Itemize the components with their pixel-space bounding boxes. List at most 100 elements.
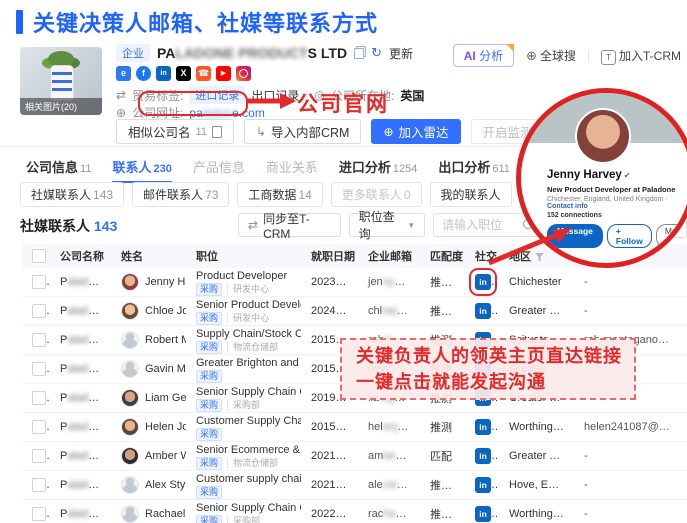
linkedin-icon[interactable]: in — [475, 506, 491, 522]
linkedin-icon[interactable]: in — [475, 477, 491, 493]
company-social-icons: e f in X ☎ ▶ — [116, 66, 251, 81]
linkedin-annotation-box: 关键负责人的领英主页直达链接 一键点击就能发起沟通 — [340, 338, 636, 400]
linkedin-icon[interactable]: in — [156, 66, 171, 81]
youtube-icon[interactable]: ▶ — [216, 66, 231, 81]
subtab-social-contacts[interactable]: 社媒联系人143 — [20, 182, 124, 207]
tab-export-analysis[interactable]: 出口分析611 — [438, 157, 510, 176]
cell-name: Liam Gent — [121, 384, 184, 412]
select-all-checkbox[interactable] — [32, 249, 46, 263]
copy-icon[interactable] — [354, 48, 364, 59]
similar-company-button[interactable]: 相似公司名11 — [116, 119, 234, 144]
blurred-company: aladon — [67, 363, 100, 375]
table-row: Paladone Alex Styles Customer supply cha… — [22, 471, 687, 500]
department-tag: 研发中心 — [227, 313, 269, 324]
follow-button[interactable]: + Follow — [607, 224, 652, 248]
more-button[interactable]: More — [656, 224, 687, 248]
section-title: 社媒联系人143 — [20, 216, 117, 236]
subtab-email-contacts[interactable]: 邮件联系人73 — [132, 182, 229, 207]
cell-name: Amber Whitty — [121, 442, 184, 470]
subtab-more-contacts[interactable]: 更多联系人0 — [331, 182, 422, 207]
cell-date: 2015-03 — [301, 413, 358, 442]
cell-extra-email: - — [574, 442, 687, 471]
row-checkbox[interactable] — [32, 333, 46, 347]
cell-extra-email: - — [574, 297, 687, 326]
plus-circle-icon: ⊕ — [383, 125, 393, 139]
message-button[interactable]: Message — [547, 224, 603, 248]
linkedin-icon[interactable]: in — [475, 448, 491, 464]
cell-social: in — [465, 471, 499, 500]
tab-contacts[interactable]: 联系人230 — [112, 157, 171, 176]
cell-region: Chichester — [499, 268, 574, 297]
join-tcrm-button[interactable]: T加入T-CRM — [601, 47, 681, 65]
cell-date: 2021-05 — [301, 442, 358, 471]
procurement-tag: 采购 — [196, 515, 222, 523]
col-email: 企业邮箱 — [358, 244, 420, 268]
phone-icon[interactable]: ☎ — [196, 66, 211, 81]
cell-region: Greater Brighton a... — [499, 297, 574, 326]
row-checkbox[interactable] — [32, 391, 46, 405]
cell-email: jennyharvey@a... — [358, 268, 420, 297]
row-checkbox[interactable] — [32, 362, 46, 376]
row-checkbox[interactable] — [32, 478, 46, 492]
ai-analysis-button[interactable]: AI 分析 — [453, 44, 514, 67]
blurred-email: haelkelly@ — [383, 508, 420, 520]
table-row: Paladone Rachael Kelly Senior Supply Cha… — [22, 500, 687, 523]
related-images-caption[interactable]: 相关图片(20) — [20, 98, 102, 115]
filter-icon[interactable] — [535, 253, 544, 262]
update-button[interactable]: 更新 — [389, 45, 413, 62]
sync-tcrm-button[interactable]: ⇄同步至T-CRM — [238, 213, 341, 237]
cell-position: Senior Supply Chain Coordinator 采购采购部 — [186, 384, 301, 413]
blurred-company: aladon — [67, 479, 100, 491]
tab-import-analysis[interactable]: 进口分析1254 — [339, 157, 418, 176]
cell-name: Jenny Harvey — [121, 268, 184, 296]
subtab-my-contacts[interactable]: 我的联系人 — [430, 182, 512, 207]
profile-connections[interactable]: 152 connections — [547, 212, 683, 219]
page-title-text: 关键决策人邮箱、社媒等联系方式 — [33, 6, 378, 38]
tab-company-info[interactable]: 公司信息11 — [26, 157, 91, 176]
x-twitter-icon[interactable]: X — [176, 66, 191, 81]
row-checkbox[interactable] — [32, 420, 46, 434]
profile-headline: New Product Developer at Paladone — [547, 185, 683, 194]
cell-social: in — [465, 500, 499, 523]
page: 关键决策人邮箱、社媒等联系方式 相关图片(20) 企业 PALADONE PRO… — [0, 0, 687, 523]
department-tag: 物流仓储部 — [227, 458, 278, 469]
blog-icon[interactable]: e — [116, 66, 131, 81]
cell-name: Rachael Kelly — [121, 500, 184, 523]
row-checkbox[interactable] — [32, 275, 46, 289]
blurred-company: aladon — [67, 392, 100, 404]
chevron-down-icon: ▼ — [407, 221, 415, 230]
add-radar-button[interactable]: ⊕加入雷达 — [371, 119, 460, 144]
cell-date: 2022-01 — [301, 500, 358, 523]
cell-email: helenjohnstona... — [358, 413, 420, 442]
profile-name: Jenny Harvey — [547, 169, 622, 181]
cell-company: Paladone — [50, 442, 111, 471]
row-checkbox[interactable] — [32, 449, 46, 463]
cell-email: chloejones@pal... — [358, 297, 420, 326]
import-crm-button[interactable]: ↳导入内部CRM — [244, 119, 362, 144]
global-search-button[interactable]: ⊕全球搜 — [526, 47, 576, 64]
linkedin-icon[interactable]: in — [475, 419, 491, 435]
procurement-tag: 采购 — [196, 370, 222, 383]
cell-match: 匹配 — [420, 442, 465, 471]
cell-name: Helen Johnstone — [121, 413, 184, 441]
row-checkbox[interactable] — [32, 507, 46, 521]
refresh-icon[interactable]: ↻ — [371, 45, 382, 61]
subtab-registry-data[interactable]: 工商数据14 — [237, 182, 322, 207]
position-query-dropdown[interactable]: 职位查询▼ — [349, 213, 426, 237]
cell-name: Alex Styles — [121, 471, 184, 499]
export-record-tag[interactable]: 出口记录 — [251, 87, 299, 104]
instagram-icon[interactable] — [236, 66, 251, 81]
linkedin-icon[interactable]: in — [475, 274, 491, 290]
contact-subtabs: 社媒联系人143 邮件联系人73 工商数据14 更多联系人0 我的联系人 — [20, 182, 512, 207]
contact-info-link[interactable]: Contact info — [547, 203, 588, 210]
row-checkbox[interactable] — [32, 304, 46, 318]
procurement-tag: 采购 — [196, 312, 222, 325]
website-highlight-box — [138, 91, 248, 116]
facebook-icon[interactable]: f — [136, 66, 151, 81]
tab-products[interactable]: 产品信息 — [193, 157, 245, 176]
tab-business-relations[interactable]: 商业关系 — [266, 157, 318, 176]
procurement-tag: 采购 — [196, 341, 222, 354]
company-photo[interactable]: 相关图片(20) — [20, 47, 102, 115]
cell-email: amberwhitty@o... — [358, 442, 420, 471]
linkedin-icon[interactable]: in — [475, 303, 491, 319]
